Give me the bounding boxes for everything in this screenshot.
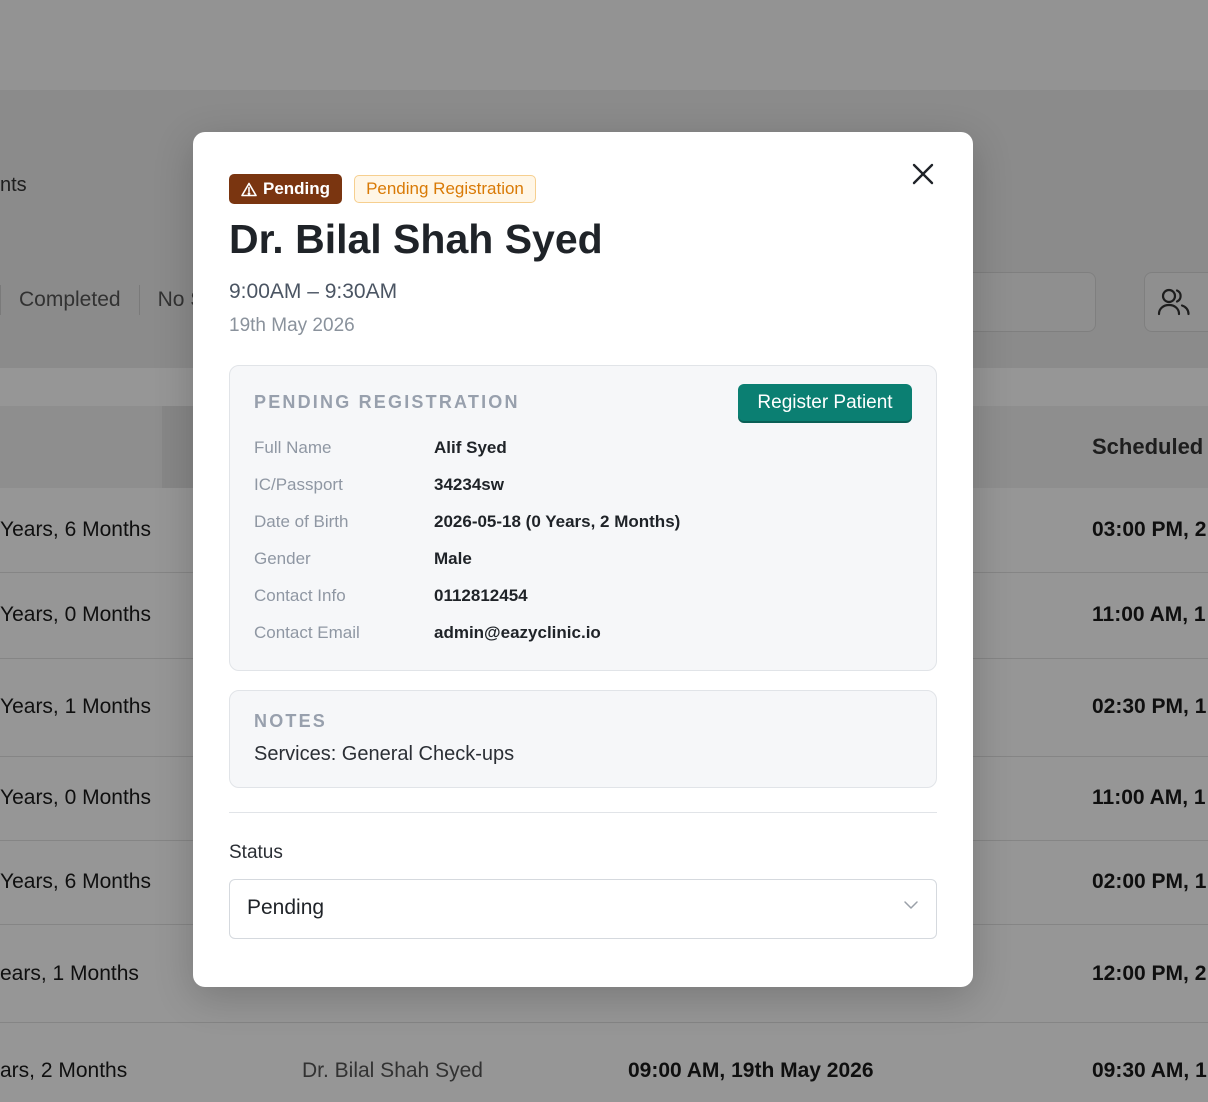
notes-text: Services: General Check-ups [254,743,515,765]
field-value: 2026-05-18 (0 Years, 2 Months) [434,512,681,531]
appointment-details-modal: Pending Pending Registration Dr. Bilal S… [193,132,973,987]
notes-title: NOTES [254,711,328,731]
notes-card: NOTES Services: General Check-ups [229,690,937,788]
field-label: Gender [254,549,311,568]
field-label: IC/Passport [254,475,343,494]
close-icon [912,163,934,185]
status-select-value: Pending [247,896,325,919]
divider [229,812,937,813]
status-badge-label: Pending [263,179,331,198]
close-button[interactable] [909,160,937,188]
field-label: Contact Email [254,623,360,642]
appointment-time-range: 9:00AM – 9:30AM [229,280,398,303]
field-value: Alif Syed [434,438,507,457]
status-select[interactable]: Pending [229,879,937,939]
field-value: 34234sw [434,475,504,494]
field-ic-passport: IC/Passport 34234sw [254,475,914,499]
status-badge: Pending [229,174,343,204]
field-date-of-birth: Date of Birth 2026-05-18 (0 Years, 2 Mon… [254,512,914,536]
field-full-name: Full Name Alif Syed [254,438,914,462]
pending-registration-title: PENDING REGISTRATION [254,392,520,412]
registration-badge: Pending Registration [354,175,536,203]
status-field-label: Status [229,842,283,863]
badge-group: Pending Pending Registration [229,174,536,204]
register-patient-button[interactable]: Register Patient [738,384,912,421]
pending-registration-card: PENDING REGISTRATION Register Patient Fu… [229,365,937,671]
field-gender: Gender Male [254,549,914,573]
field-label: Full Name [254,438,332,457]
chevron-down-icon [904,901,918,909]
field-label: Date of Birth [254,512,349,531]
field-contact-info: Contact Info 0112812454 [254,586,914,610]
field-value: Male [434,549,472,568]
field-value: admin@eazyclinic.io [434,623,601,642]
field-value: 0112812454 [434,586,528,605]
warning-icon [241,182,257,196]
appointment-date: 19th May 2026 [229,315,355,336]
field-contact-email: Contact Email admin@eazyclinic.io [254,623,914,647]
doctor-name: Dr. Bilal Shah Syed [229,216,603,262]
field-label: Contact Info [254,586,346,605]
